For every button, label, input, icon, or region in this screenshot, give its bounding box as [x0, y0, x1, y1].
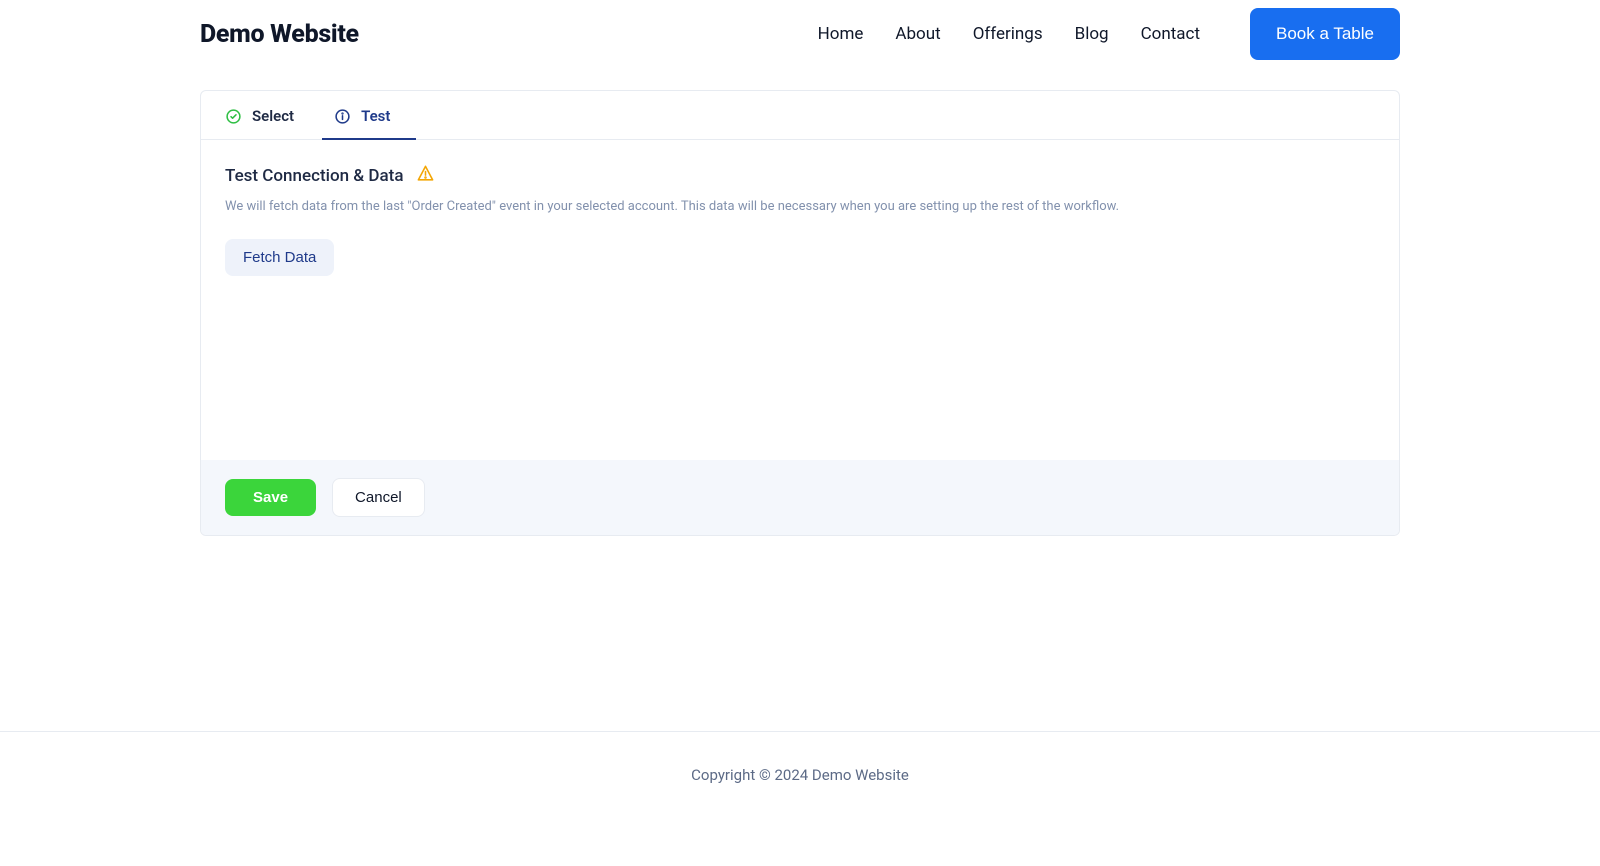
section-description: We will fetch data from the last "Order …	[225, 197, 1375, 217]
section-title-row: Test Connection & Data	[225, 164, 1375, 187]
nav-link-home[interactable]: Home	[818, 24, 864, 44]
nav-link-contact[interactable]: Contact	[1141, 24, 1200, 44]
page-footer-wrap: Copyright © 2024 Demo Website	[0, 731, 1600, 832]
book-table-button[interactable]: Book a Table	[1250, 8, 1400, 60]
fetch-data-button[interactable]: Fetch Data	[225, 239, 334, 276]
tab-test-label: Test	[361, 107, 390, 125]
nav-link-about[interactable]: About	[895, 24, 940, 44]
warning-triangle-icon	[416, 164, 435, 187]
save-button[interactable]: Save	[225, 479, 316, 516]
page-header: Demo Website Home About Offerings Blog C…	[200, 0, 1400, 68]
site-logo[interactable]: Demo Website	[200, 20, 359, 49]
check-circle-icon	[225, 108, 242, 125]
tab-content: Test Connection & Data We will fetch dat…	[201, 140, 1399, 460]
tab-test[interactable]: Test	[334, 91, 404, 139]
tab-select[interactable]: Select	[225, 91, 308, 139]
tab-bar: Select Test	[201, 91, 1399, 140]
info-circle-icon	[334, 108, 351, 125]
content-spacer	[225, 276, 1375, 436]
page-footer: Copyright © 2024 Demo Website	[0, 732, 1600, 832]
panel-footer: Save Cancel	[201, 460, 1399, 535]
main-nav: Home About Offerings Blog Contact Book a…	[818, 8, 1400, 60]
section-title: Test Connection & Data	[225, 166, 404, 186]
tab-select-label: Select	[252, 107, 294, 125]
nav-link-offerings[interactable]: Offerings	[973, 24, 1043, 44]
cancel-button[interactable]: Cancel	[332, 478, 425, 517]
workflow-panel: Select Test Test Connection & Data	[200, 90, 1400, 536]
nav-link-blog[interactable]: Blog	[1075, 24, 1109, 44]
